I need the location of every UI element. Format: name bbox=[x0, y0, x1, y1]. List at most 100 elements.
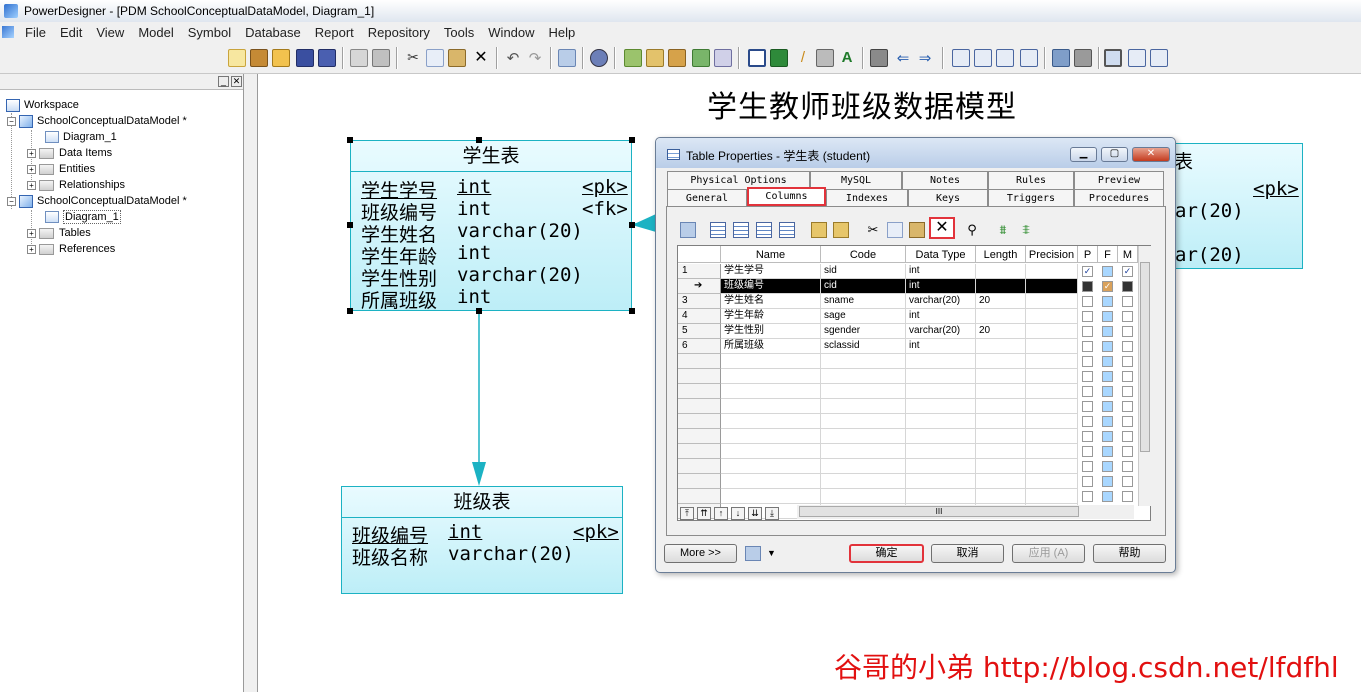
header-foreign[interactable]: F bbox=[1098, 246, 1118, 263]
tab-general[interactable]: General bbox=[667, 189, 747, 207]
row-number[interactable] bbox=[678, 354, 721, 369]
cell-type[interactable] bbox=[906, 399, 976, 414]
cell-type[interactable] bbox=[906, 354, 976, 369]
row-number[interactable]: 5 bbox=[678, 324, 721, 339]
vertical-scrollbar[interactable] bbox=[1138, 246, 1151, 506]
primary-checkbox[interactable] bbox=[1082, 491, 1093, 502]
mandatory-checkbox[interactable] bbox=[1122, 341, 1133, 352]
link-icon[interactable] bbox=[833, 222, 849, 238]
cell-code[interactable] bbox=[821, 384, 906, 399]
ok-button[interactable]: 确定 bbox=[849, 544, 924, 563]
cell-type[interactable] bbox=[906, 459, 976, 474]
cell-type[interactable]: int bbox=[906, 339, 976, 354]
add-row-icon[interactable] bbox=[710, 222, 726, 238]
row-number[interactable]: 6 bbox=[678, 339, 721, 354]
mandatory-checkbox[interactable] bbox=[1122, 431, 1133, 442]
row-number[interactable] bbox=[678, 444, 721, 459]
primary-checkbox[interactable] bbox=[1082, 326, 1093, 337]
cell-name[interactable] bbox=[721, 474, 821, 489]
cell-name[interactable] bbox=[721, 489, 821, 504]
table-row[interactable] bbox=[678, 414, 1133, 429]
tab-rules[interactable]: Rules bbox=[988, 171, 1074, 189]
table-row[interactable]: 3 学生姓名 sname varchar(20) 20 bbox=[678, 294, 1133, 309]
cell-type[interactable] bbox=[906, 384, 976, 399]
cell-code[interactable] bbox=[821, 444, 906, 459]
mandatory-checkbox[interactable] bbox=[1122, 491, 1133, 502]
cell-code[interactable]: sname bbox=[821, 294, 906, 309]
table-row[interactable] bbox=[678, 429, 1133, 444]
selection-handle[interactable] bbox=[629, 308, 635, 314]
add-columns-icon[interactable] bbox=[756, 222, 772, 238]
cell-precision[interactable] bbox=[1026, 489, 1078, 504]
row-number[interactable] bbox=[678, 399, 721, 414]
cell-name[interactable] bbox=[721, 429, 821, 444]
primary-checkbox[interactable] bbox=[1082, 281, 1093, 292]
cell-name[interactable] bbox=[721, 354, 821, 369]
foreign-checkbox[interactable] bbox=[1102, 476, 1113, 487]
header-precision[interactable]: Precision bbox=[1026, 246, 1078, 263]
primary-checkbox[interactable] bbox=[1082, 446, 1093, 457]
foreign-checkbox[interactable] bbox=[1102, 311, 1113, 322]
primary-checkbox[interactable] bbox=[1082, 356, 1093, 367]
cell-type[interactable]: varchar(20) bbox=[906, 324, 976, 339]
cell-code[interactable] bbox=[821, 369, 906, 384]
table-row[interactable]: 6 所属班级 sclassid int bbox=[678, 339, 1133, 354]
tab-columns[interactable]: Columns bbox=[747, 187, 826, 206]
cell-type[interactable] bbox=[906, 369, 976, 384]
cell-length[interactable] bbox=[976, 339, 1026, 354]
cell-length[interactable] bbox=[976, 264, 1026, 279]
table-row[interactable] bbox=[678, 384, 1133, 399]
find-icon[interactable]: ⚲ bbox=[964, 222, 980, 238]
cell-precision[interactable] bbox=[1026, 399, 1078, 414]
cell-name[interactable]: 所属班级 bbox=[721, 339, 821, 354]
selection-handle[interactable] bbox=[347, 222, 353, 228]
row-number[interactable]: 4 bbox=[678, 309, 721, 324]
apply-button[interactable]: 应用 (A) bbox=[1012, 544, 1085, 563]
cell-code[interactable]: sid bbox=[821, 264, 906, 279]
foreign-checkbox[interactable] bbox=[1102, 386, 1113, 397]
selection-handle[interactable] bbox=[476, 137, 482, 143]
cell-precision[interactable] bbox=[1026, 459, 1078, 474]
cell-length[interactable] bbox=[976, 414, 1026, 429]
foreign-checkbox[interactable] bbox=[1102, 491, 1113, 502]
cell-code[interactable] bbox=[821, 354, 906, 369]
primary-checkbox[interactable] bbox=[1082, 431, 1093, 442]
cell-length[interactable] bbox=[976, 279, 1026, 294]
cell-length[interactable] bbox=[976, 354, 1026, 369]
mandatory-checkbox[interactable] bbox=[1122, 416, 1133, 427]
primary-checkbox[interactable] bbox=[1082, 416, 1093, 427]
cell-length[interactable] bbox=[976, 369, 1026, 384]
foreign-checkbox[interactable] bbox=[1102, 266, 1113, 277]
move-up-button[interactable]: ↑ bbox=[714, 507, 728, 520]
primary-checkbox[interactable] bbox=[1082, 476, 1093, 487]
cell-precision[interactable] bbox=[1026, 324, 1078, 339]
row-number[interactable] bbox=[678, 474, 721, 489]
paste-icon[interactable] bbox=[909, 222, 925, 238]
cell-type[interactable]: int bbox=[906, 279, 976, 294]
cell-precision[interactable] bbox=[1026, 279, 1078, 294]
primary-checkbox[interactable] bbox=[1082, 341, 1093, 352]
tab-triggers[interactable]: Triggers bbox=[988, 189, 1074, 207]
cell-code[interactable]: sage bbox=[821, 309, 906, 324]
move-top-button[interactable]: ⤒ bbox=[680, 507, 694, 520]
cell-code[interactable] bbox=[821, 414, 906, 429]
cell-length[interactable] bbox=[976, 459, 1026, 474]
mandatory-checkbox[interactable] bbox=[1122, 356, 1133, 367]
cell-precision[interactable] bbox=[1026, 354, 1078, 369]
foreign-checkbox[interactable] bbox=[1102, 341, 1113, 352]
cell-name[interactable]: 学生姓名 bbox=[721, 294, 821, 309]
primary-checkbox[interactable] bbox=[1082, 296, 1093, 307]
table-row[interactable]: 4 学生年龄 sage int bbox=[678, 309, 1133, 324]
cell-precision[interactable] bbox=[1026, 384, 1078, 399]
cell-name[interactable] bbox=[721, 369, 821, 384]
create-domain-icon[interactable] bbox=[811, 222, 827, 238]
scroll-thumb[interactable]: III bbox=[799, 506, 1079, 517]
cell-type[interactable] bbox=[906, 444, 976, 459]
cell-precision[interactable] bbox=[1026, 309, 1078, 324]
table-row[interactable] bbox=[678, 474, 1133, 489]
row-number[interactable] bbox=[678, 459, 721, 474]
mandatory-checkbox[interactable] bbox=[1122, 371, 1133, 382]
table-row[interactable]: 1 学生学号 sid int ✓ ✓ bbox=[678, 264, 1133, 279]
cell-code[interactable]: sgender bbox=[821, 324, 906, 339]
row-number[interactable] bbox=[678, 384, 721, 399]
